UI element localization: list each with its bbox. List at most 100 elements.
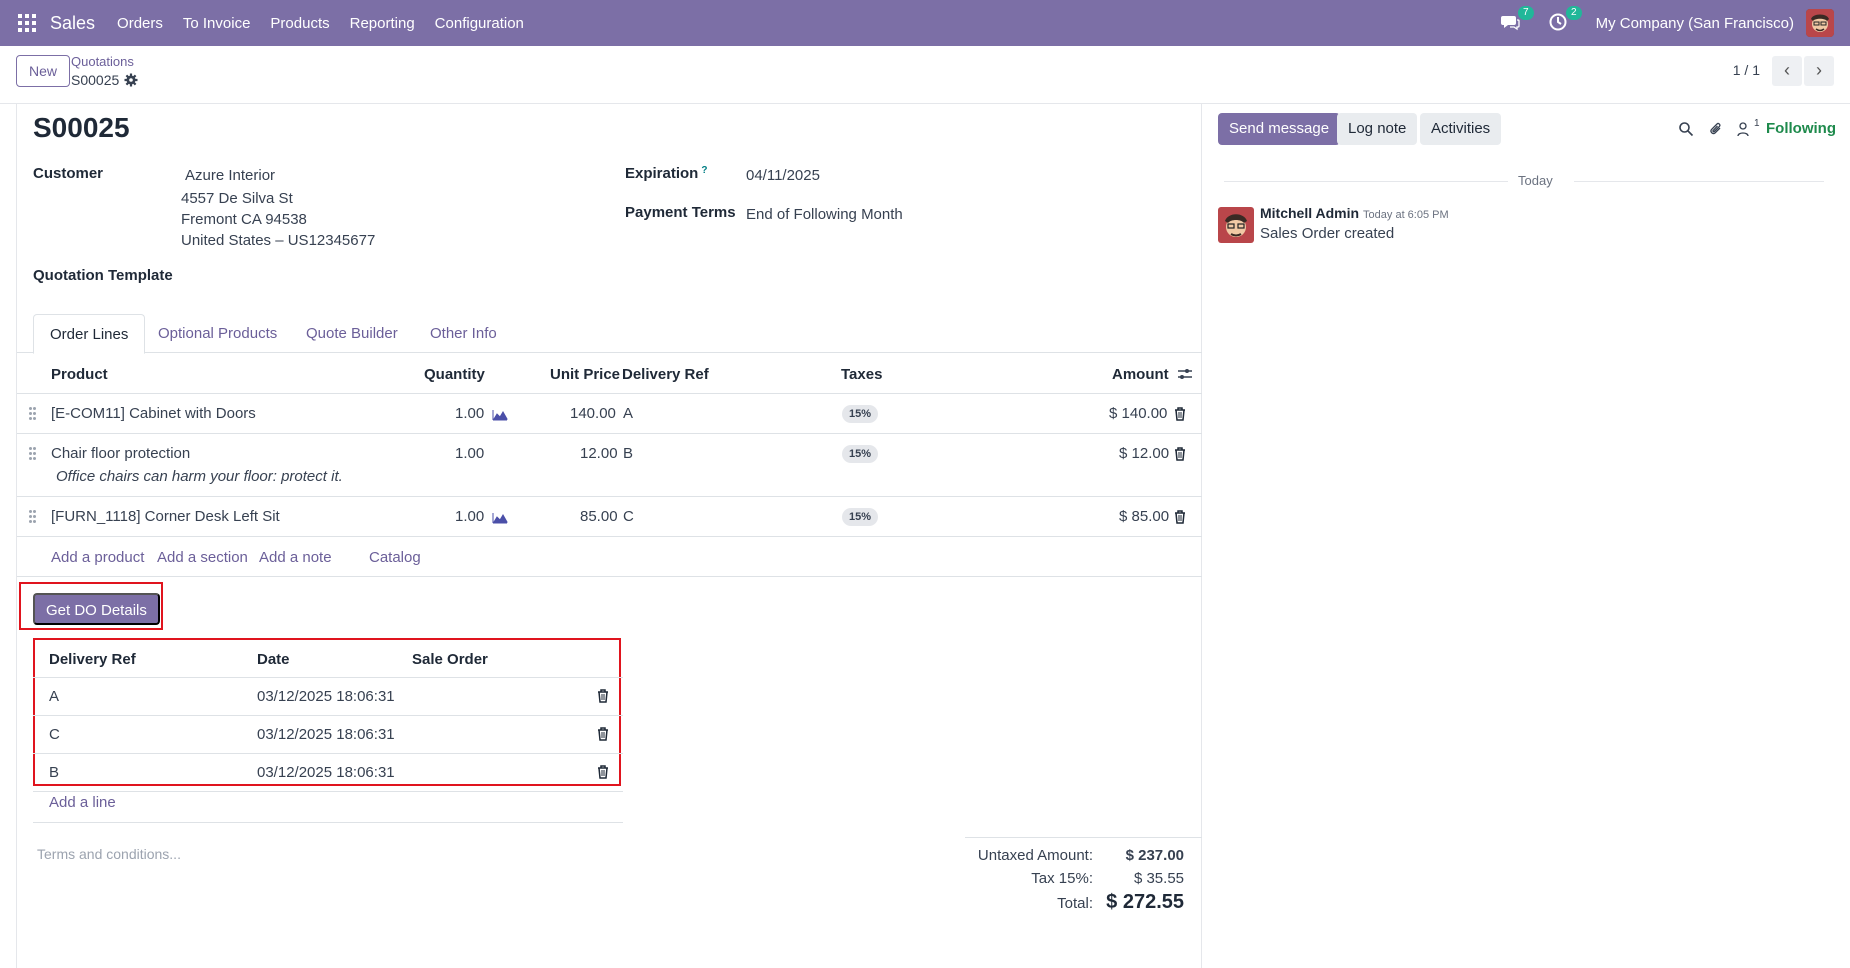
- messages-icon[interactable]: 7: [1500, 6, 1534, 34]
- delivery-ref-cell[interactable]: C: [49, 726, 60, 743]
- user-avatar[interactable]: [1806, 9, 1834, 37]
- table-row[interactable]: A 03/12/2025 18:06:31: [33, 678, 623, 716]
- activities-button[interactable]: Activities: [1420, 113, 1502, 145]
- product-cell[interactable]: [FURN_1118] Corner Desk Left Sit: [51, 508, 280, 525]
- form-sheet: S00025 Customer Azure Interior 4557 De S…: [16, 104, 1203, 968]
- forecast-chart-icon[interactable]: [492, 511, 508, 524]
- tax-badge[interactable]: 15%: [842, 405, 879, 423]
- help-tooltip-icon[interactable]: ?: [701, 165, 707, 176]
- table-row[interactable]: Chair floor protection Office chairs can…: [17, 434, 1203, 497]
- column-amount[interactable]: Amount: [1112, 366, 1169, 383]
- get-do-details-button[interactable]: Get DO Details: [33, 593, 160, 625]
- delete-icon[interactable]: [1174, 510, 1186, 524]
- product-cell[interactable]: Chair floor protection: [51, 445, 190, 462]
- gear-icon[interactable]: [124, 73, 138, 87]
- tab-quote-builder[interactable]: Quote Builder: [290, 314, 414, 354]
- expiration-field[interactable]: 04/11/2025: [746, 167, 820, 184]
- add-product-link[interactable]: Add a product: [51, 549, 144, 566]
- tax-badge[interactable]: 15%: [842, 508, 879, 526]
- company-switcher[interactable]: My Company (San Francisco): [1596, 15, 1794, 32]
- log-note-button[interactable]: Log note: [1337, 113, 1418, 145]
- followers-icon[interactable]: [1736, 121, 1752, 137]
- column-product[interactable]: Product: [51, 366, 108, 383]
- unit-price-cell[interactable]: 140.00: [570, 405, 616, 422]
- following-button[interactable]: Following: [1766, 120, 1836, 137]
- paperclip-icon[interactable]: [1708, 121, 1724, 137]
- column-delivery-ref[interactable]: Delivery Ref: [49, 651, 136, 668]
- apps-menu-icon[interactable]: [18, 13, 38, 33]
- delete-icon[interactable]: [1174, 447, 1186, 461]
- column-quantity[interactable]: Quantity: [424, 366, 485, 383]
- add-section-link[interactable]: Add a section: [157, 549, 248, 566]
- column-taxes[interactable]: Taxes: [841, 366, 882, 383]
- unit-price-cell[interactable]: 85.00: [580, 508, 618, 525]
- total-label: Total:: [1057, 895, 1093, 912]
- quantity-cell[interactable]: 1.00: [455, 405, 484, 422]
- delivery-ref-cell[interactable]: A: [49, 688, 59, 705]
- optional-columns-icon[interactable]: [1177, 367, 1193, 385]
- breadcrumb-quotations[interactable]: Quotations: [71, 54, 134, 69]
- message-time: Today at 6:05 PM: [1363, 209, 1449, 221]
- table-row[interactable]: [FURN_1118] Corner Desk Left Sit 1.00 85…: [17, 497, 1203, 537]
- product-cell[interactable]: [E-COM11] Cabinet with Doors: [51, 405, 256, 422]
- activities-icon[interactable]: 2: [1548, 6, 1582, 34]
- untaxed-value: $ 237.00: [1125, 847, 1184, 864]
- drag-handle-icon[interactable]: [29, 510, 37, 524]
- delivery-ref-cell[interactable]: C: [623, 508, 634, 525]
- unit-price-cell[interactable]: 12.00: [580, 445, 618, 462]
- terms-input[interactable]: Terms and conditions...: [37, 846, 181, 862]
- delivery-ref-cell[interactable]: B: [49, 764, 59, 781]
- column-date[interactable]: Date: [257, 651, 290, 668]
- catalog-link[interactable]: Catalog: [369, 549, 421, 566]
- delivery-ref-cell[interactable]: A: [623, 405, 633, 422]
- send-message-button[interactable]: Send message: [1218, 113, 1341, 145]
- app-name[interactable]: Sales: [50, 13, 95, 34]
- add-line-link[interactable]: Add a line: [49, 794, 116, 811]
- new-button[interactable]: New: [16, 55, 71, 87]
- followers-count: 1: [1754, 118, 1760, 129]
- quantity-cell[interactable]: 1.00: [455, 445, 484, 462]
- order-lines-add-row: Add a product Add a section Add a note C…: [17, 537, 1203, 577]
- drag-handle-icon[interactable]: [29, 447, 37, 461]
- tab-other-info[interactable]: Other Info: [414, 314, 513, 354]
- pager-value[interactable]: 1 / 1: [1733, 62, 1760, 78]
- menu-reporting[interactable]: Reporting: [350, 15, 415, 32]
- menu-to-invoice[interactable]: To Invoice: [183, 15, 251, 32]
- delete-icon[interactable]: [597, 689, 609, 707]
- date-cell[interactable]: 03/12/2025 18:06:31: [257, 726, 395, 743]
- tab-optional-products[interactable]: Optional Products: [142, 314, 293, 354]
- payment-terms-field[interactable]: End of Following Month: [746, 206, 903, 223]
- quantity-cell[interactable]: 1.00: [455, 508, 484, 525]
- table-row[interactable]: [E-COM11] Cabinet with Doors 1.00 140.00…: [17, 394, 1203, 434]
- search-icon[interactable]: [1678, 121, 1694, 137]
- table-row[interactable]: C 03/12/2025 18:06:31: [33, 716, 623, 754]
- avatar[interactable]: [1218, 207, 1254, 243]
- pager-previous-button[interactable]: ‹: [1772, 56, 1802, 86]
- menu-products[interactable]: Products: [270, 15, 329, 32]
- menu-orders[interactable]: Orders: [117, 15, 163, 32]
- delete-icon[interactable]: [1174, 407, 1186, 421]
- drag-handle-icon[interactable]: [29, 407, 37, 421]
- pager-next-button[interactable]: ›: [1804, 56, 1834, 86]
- column-delivery-ref[interactable]: Delivery Ref: [622, 366, 709, 383]
- tax-badge[interactable]: 15%: [842, 445, 879, 463]
- add-note-link[interactable]: Add a note: [259, 549, 332, 566]
- date-cell[interactable]: 03/12/2025 18:06:31: [257, 764, 395, 781]
- date-cell[interactable]: 03/12/2025 18:06:31: [257, 688, 395, 705]
- customer-field[interactable]: Azure Interior: [185, 167, 275, 184]
- forecast-chart-icon[interactable]: [492, 408, 508, 421]
- table-row[interactable]: B 03/12/2025 18:06:31: [33, 754, 623, 792]
- divider: [965, 837, 1203, 838]
- tab-order-lines[interactable]: Order Lines: [33, 314, 146, 354]
- message-author[interactable]: Mitchell Admin Today at 6:05 PM: [1260, 205, 1449, 221]
- payment-terms-label: Payment Terms: [625, 204, 736, 221]
- column-unit-price[interactable]: Unit Price: [550, 366, 620, 383]
- delete-icon[interactable]: [597, 727, 609, 745]
- top-navbar: Sales Orders To Invoice Products Reporti…: [0, 0, 1850, 46]
- delivery-ref-cell[interactable]: B: [623, 445, 633, 462]
- delete-icon[interactable]: [597, 765, 609, 783]
- menu-configuration[interactable]: Configuration: [435, 15, 524, 32]
- main-menu: Orders To Invoice Products Reporting Con…: [117, 15, 544, 32]
- column-sale-order[interactable]: Sale Order: [412, 651, 488, 668]
- message-body: Sales Order created: [1260, 225, 1395, 242]
